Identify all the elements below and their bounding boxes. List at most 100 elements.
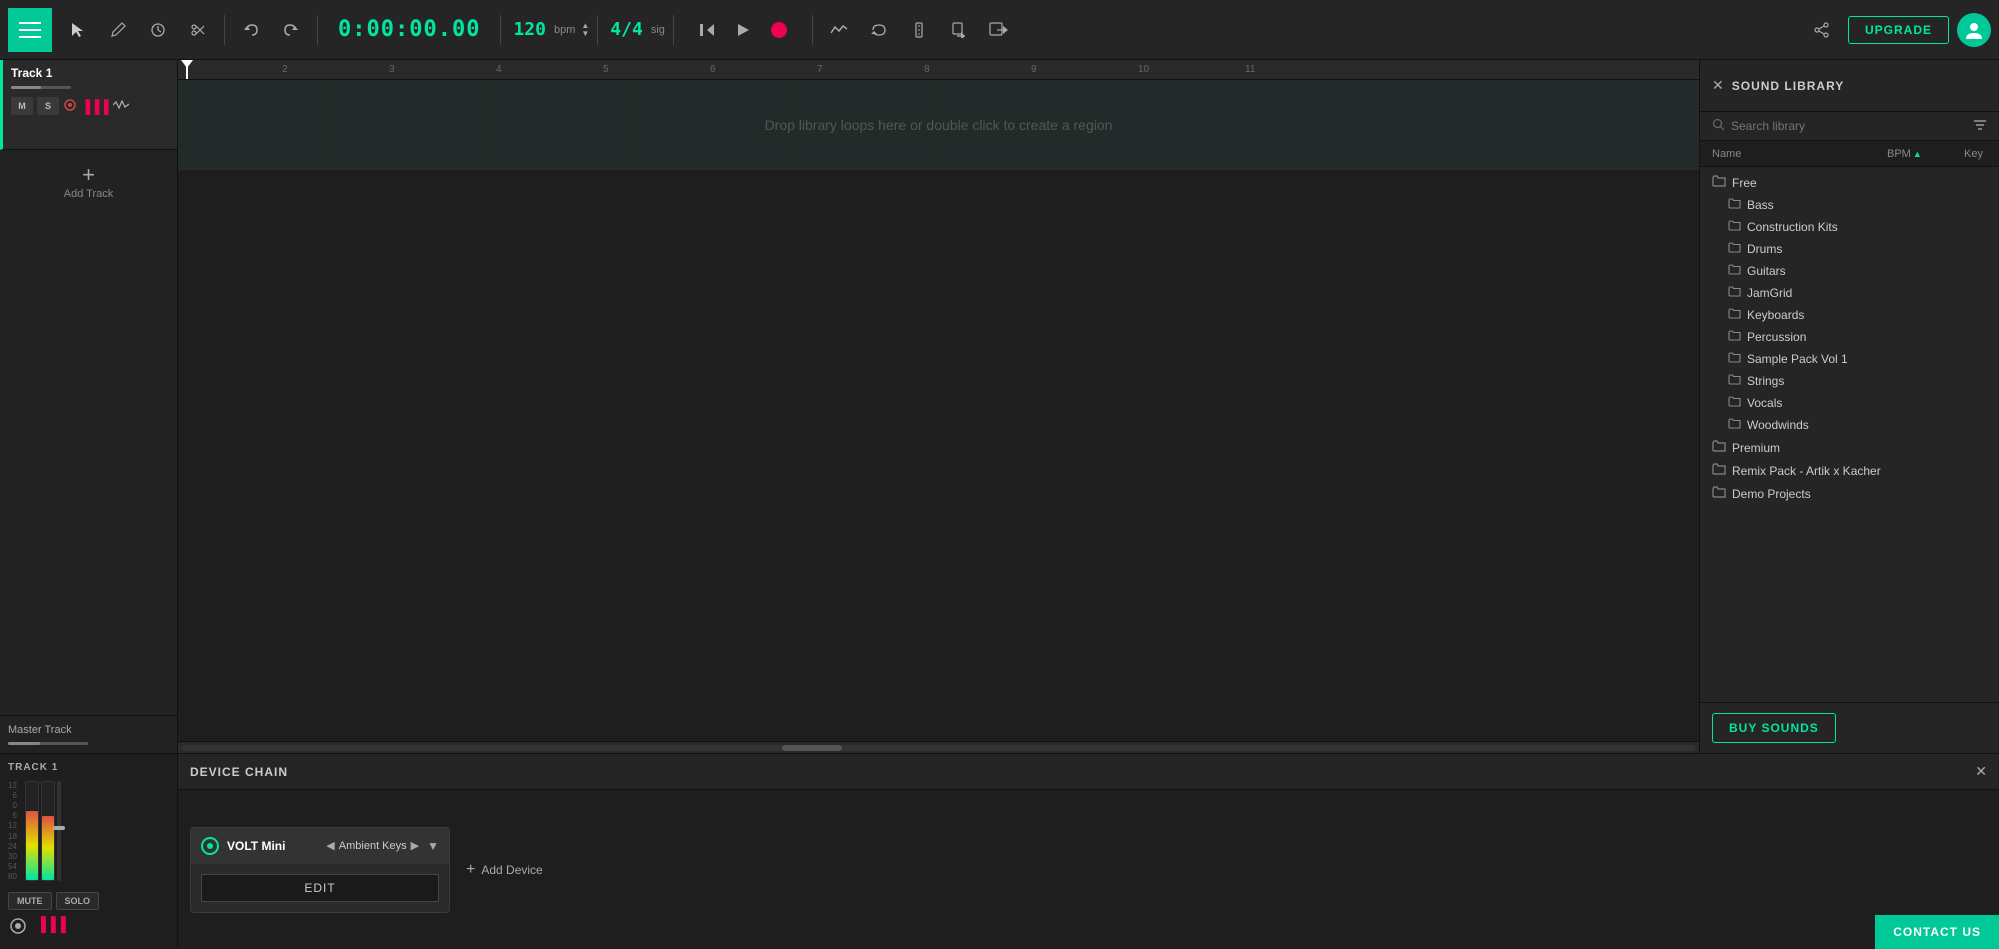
- track-volume-slider-1[interactable]: [11, 86, 71, 89]
- buy-sounds-button[interactable]: BUY SOUNDS: [1712, 713, 1836, 743]
- folder-icon: [1728, 220, 1741, 234]
- arrange-area: 2 3 4 5 6 7 8 9 10 11: [178, 60, 1699, 753]
- scissors-tool-button[interactable]: [180, 12, 216, 48]
- add-device-button[interactable]: + Add Device: [466, 861, 543, 879]
- folder-percussion[interactable]: Percussion: [1700, 326, 1999, 348]
- scrollbar-thumb[interactable]: [782, 745, 842, 751]
- device-chain-title: DEVICE CHAIN: [190, 765, 1967, 779]
- automation-button[interactable]: [821, 12, 857, 48]
- filter-button[interactable]: [1973, 118, 1987, 134]
- add-track-button[interactable]: +: [82, 162, 95, 188]
- folder-icon: [1728, 264, 1741, 278]
- folder-icon: [1712, 440, 1726, 455]
- column-name: Name: [1712, 148, 1887, 160]
- folder-strings[interactable]: Strings: [1700, 370, 1999, 392]
- share-button[interactable]: [1804, 12, 1840, 48]
- plugin-header: VOLT Mini ◀ Ambient Keys ▶ ▼: [191, 828, 449, 864]
- bottom-plugin-icon: [8, 916, 28, 941]
- menu-button[interactable]: [8, 8, 52, 52]
- folder-jamgrid-label: JamGrid: [1747, 286, 1792, 300]
- bpm-sort-arrow: ▲: [1913, 149, 1922, 159]
- master-volume-slider[interactable]: [8, 742, 88, 745]
- toolbar-right: UPGRADE: [1804, 12, 1991, 48]
- folder-icon: [1728, 374, 1741, 388]
- pointer-tool-button[interactable]: [60, 12, 96, 48]
- track-solo-button-1[interactable]: S: [37, 97, 59, 115]
- db-markers: 12 6 0 6 12 18 24 30 54 80: [8, 781, 17, 881]
- metronome-button[interactable]: [901, 12, 937, 48]
- folder-bass-label: Bass: [1747, 198, 1774, 212]
- lane-cell: [1091, 80, 1243, 169]
- track-mute-button-1[interactable]: M: [11, 97, 33, 115]
- bottom-track-info: TRACK 1 12 6 0 6 12 18 24 30 54 80: [0, 754, 178, 949]
- lane-grid-1: [178, 80, 1699, 169]
- plugin-expand-button[interactable]: ▼: [427, 839, 439, 853]
- play-button[interactable]: [726, 13, 760, 47]
- redo-button[interactable]: [273, 12, 309, 48]
- add-device-label: Add Device: [481, 863, 542, 877]
- lane-cell: [786, 80, 938, 169]
- folder-jamgrid[interactable]: JamGrid: [1700, 282, 1999, 304]
- library-columns-header: Name BPM ▲ Key: [1700, 141, 1999, 167]
- fader-thumb[interactable]: [53, 826, 65, 830]
- folder-drums-label: Drums: [1747, 242, 1782, 256]
- folder-premium[interactable]: Premium: [1700, 436, 1999, 459]
- clock-tool-button[interactable]: [140, 12, 176, 48]
- undo-button[interactable]: [233, 12, 269, 48]
- search-input[interactable]: [1731, 119, 1967, 133]
- user-avatar-button[interactable]: [1957, 13, 1991, 47]
- folder-keyboards[interactable]: Keyboards: [1700, 304, 1999, 326]
- bpm-down-button[interactable]: ▼: [581, 30, 589, 38]
- pencil-tool-button[interactable]: [100, 12, 136, 48]
- folder-guitars[interactable]: Guitars: [1700, 260, 1999, 282]
- upgrade-button[interactable]: UPGRADE: [1848, 16, 1949, 44]
- folder-demo-projects[interactable]: Demo Projects: [1700, 482, 1999, 505]
- plugin-power-button[interactable]: [201, 837, 219, 855]
- export-button[interactable]: [981, 12, 1017, 48]
- scrollbar-track: [182, 745, 1695, 751]
- loop-button[interactable]: [861, 12, 897, 48]
- plugin-preset-prev-button[interactable]: ◀: [326, 839, 334, 852]
- track-lane-1[interactable]: Drop library loops here or double click …: [178, 80, 1699, 170]
- import-button[interactable]: [941, 12, 977, 48]
- folder-free[interactable]: Free: [1700, 171, 1999, 194]
- ruler-mark-10: 10: [1138, 60, 1149, 79]
- playhead[interactable]: [186, 60, 188, 79]
- rewind-button[interactable]: [690, 13, 724, 47]
- folder-remix-pack-label: Remix Pack - Artik x Kacher: [1732, 464, 1881, 478]
- folder-icon: [1712, 486, 1726, 501]
- main-area: Track 1 M S ▐▐▐ + Track 1 Add Track: [0, 60, 1999, 753]
- column-bpm: BPM ▲: [1887, 148, 1947, 160]
- horizontal-scrollbar[interactable]: [178, 741, 1699, 753]
- ruler-mark-8: 8: [924, 60, 930, 79]
- folder-icon: [1728, 198, 1741, 212]
- contact-us-button[interactable]: CONTACT US: [1875, 915, 1999, 949]
- folder-bass[interactable]: Bass: [1700, 194, 1999, 216]
- track-item-1[interactable]: Track 1 M S ▐▐▐: [0, 60, 177, 150]
- timeline-ruler: 2 3 4 5 6 7 8 9 10 11: [178, 60, 1699, 80]
- bottom-mute-button[interactable]: MUTE: [8, 892, 52, 910]
- plugin-preset-name: Ambient Keys: [339, 840, 407, 852]
- library-close-button[interactable]: ✕: [1712, 77, 1724, 94]
- plugin-preset-next-button[interactable]: ▶: [411, 839, 419, 852]
- add-track-area[interactable]: + Track 1 Add Track: [0, 150, 177, 212]
- folder-vocals[interactable]: Vocals: [1700, 392, 1999, 414]
- bottom-solo-button[interactable]: SOLO: [56, 892, 100, 910]
- master-track-name: Master Track: [8, 724, 169, 736]
- lane-cell: [1547, 80, 1699, 169]
- search-icon: [1712, 118, 1725, 134]
- track-wave-icon-1: [113, 100, 129, 113]
- folder-construction-kits[interactable]: Construction Kits: [1700, 216, 1999, 238]
- folder-woodwinds[interactable]: Woodwinds: [1700, 414, 1999, 436]
- folder-drums[interactable]: Drums: [1700, 238, 1999, 260]
- add-device-plus-icon: +: [466, 861, 475, 879]
- folder-remix-pack[interactable]: Remix Pack - Artik x Kacher: [1700, 459, 1999, 482]
- record-button[interactable]: [762, 13, 796, 47]
- toolbar: 0:00:00.00 120 bpm ▲ ▼ 4/4 sig: [0, 0, 1999, 60]
- power-dot: [207, 843, 213, 849]
- plugin-edit-button[interactable]: EDIT: [201, 874, 439, 902]
- folder-sample-pack[interactable]: Sample Pack Vol 1: [1700, 348, 1999, 370]
- fader-track[interactable]: [57, 781, 61, 881]
- device-chain-close-button[interactable]: ✕: [1975, 763, 1987, 780]
- bottom-track-label: TRACK 1: [8, 762, 169, 773]
